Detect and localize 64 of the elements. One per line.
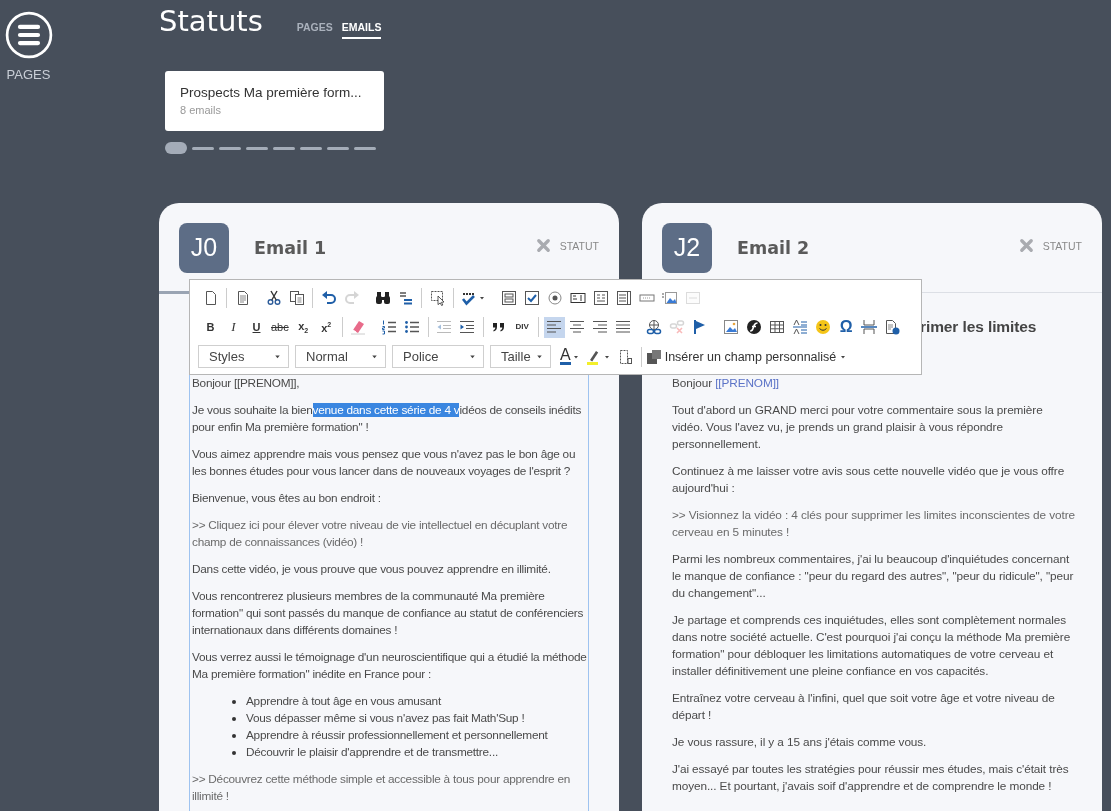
paragraph: Parmi les nombreux commentaires, j'ai lu beaucoup d'inquiétudes concernant le manque de confiance : "peur du regard des autres", "peur du ridicule", "peur du changement"... [672, 551, 1075, 602]
pager-indicator[interactable] [300, 146, 322, 150]
underline-button[interactable]: U [246, 316, 267, 338]
tab[interactable]: PAGES [296, 21, 333, 39]
insert-field-icon [645, 348, 662, 365]
paragraph: Vous rencontrerez plusieurs membres de la communauté Ma première formation" qui sont passés du manque de confiance au statut de conférenciers internationaux dans différents domaines ! [192, 588, 585, 639]
pager-indicator[interactable] [219, 146, 241, 150]
pager-indicator[interactable] [327, 146, 349, 150]
tab[interactable]: EMAILS [341, 21, 382, 39]
greeting: Bonjour [[PRENOM]] [672, 375, 781, 392]
pager-indicator[interactable] [165, 142, 187, 154]
text-color-button[interactable]: A [558, 346, 582, 368]
list-item: Vous dépasser même si vous n'avez pas fait Math'Sup ! [246, 710, 525, 727]
bullet-dot [232, 716, 236, 721]
close-icon [535, 238, 551, 253]
paragraph: Je vous rassure, il y a 15 ans j'étais comme vous. [672, 734, 928, 751]
pager-indicator[interactable] [273, 146, 295, 150]
bullet-dot [232, 699, 236, 704]
list-item: Apprendre à réussir professionnellement et personnellement [246, 727, 548, 744]
paragraph: Vous verrez aussi le témoignage d'un neuroscientifique qui a étudié la méthode Ma première formation" inédite en France pour : [192, 649, 588, 683]
list-item: Découvrir le plaisir d'apprendre et de transmettre... [246, 744, 498, 761]
close-icon [1018, 238, 1034, 253]
day-avatar: J0 [179, 222, 229, 273]
email-title: Email 1 [254, 237, 328, 258]
page-title: Statuts [159, 4, 263, 38]
link-paragraph: >> Visionnez la vidéo : 4 clés pour supprimer les limites inconscientes de votre cerveau en 5 minutes ! [672, 507, 1076, 541]
menu-icon[interactable] [4, 11, 53, 59]
paragraph: J'ai essayé par toutes les stratégies pour réussir mes études, mais c'était très moyen... Et pourtant, j'avais soif d'apprendre et de comprendre le monde ! [672, 761, 1070, 795]
bold-button[interactable]: B [200, 316, 221, 338]
strikethrough-button[interactable]: abc [269, 316, 291, 338]
bullet-dot [232, 750, 236, 755]
pager-indicator[interactable] [246, 146, 268, 150]
paragraph: Bonjour [[PRENOM]], [192, 375, 301, 392]
link-paragraph: >> Cliquez ici pour élever votre niveau de vie intellectuel en décuplant votre champ de connaissances (vidéo) ! [192, 517, 569, 551]
link-paragraph: >> Découvrez cette méthode simple et accessible à tous pour apprendre en illimité ! [192, 771, 572, 805]
email-title: Email 2 [737, 237, 811, 258]
format-dropdown[interactable]: Normal [295, 345, 386, 369]
special-character-button[interactable]: Ω [835, 316, 857, 338]
superscript-button[interactable]: x$^{2}$ [315, 316, 337, 338]
merge-field: [[PRENOM]] [715, 376, 780, 390]
div-button[interactable]: DIV [511, 316, 533, 338]
italic-button[interactable]: I [223, 316, 244, 338]
pager-indicator[interactable] [354, 146, 376, 150]
sequence-card[interactable]: Prospects Ma première form... 8 emails [165, 71, 384, 131]
paragraph: Bienvenue, vous êtes au bon endroit : [192, 490, 382, 507]
paragraph: Tout d'abord un GRAND merci pour votre commentaire sous la première vidéo. Vous l'avez vu, je prends un grand plaisir à vous répondre personnellement. [672, 402, 1044, 453]
align-left-icon[interactable] [543, 316, 565, 338]
paragraph: Entraînez votre cerveau à l'infini, quel que soit votre âge et votre niveau de départ ! [672, 690, 1056, 724]
list-item: Apprendre à tout âge en vous amusant [246, 693, 441, 710]
email-count: 8 emails [180, 104, 222, 116]
font-dropdown[interactable]: Police [392, 345, 484, 369]
menu-label: PAGES [6, 67, 51, 82]
paragraph: Je partage et comprends ces inquiétudes, elles sont complètement normales dans notre société actuelle. C'est pourquoi j'ai conçu la méthode Ma première formation" pour débloquer les limitations automatiques de votre cerveau et installer définitivement une pleine confiance en vos capacités. [672, 612, 1072, 680]
insert-field-button[interactable]: Insérer un champ personnalisé [645, 348, 848, 365]
day-avatar: J2 [662, 222, 712, 273]
paragraph: Dans cette vidéo, je vous prouve que vous pouvez apprendre en illimité. [192, 561, 552, 578]
size-dropdown[interactable]: Taille [490, 345, 551, 369]
bullet-dot [232, 733, 236, 738]
pager-indicator[interactable] [192, 146, 214, 150]
paragraph: Vous aimez apprendre mais vous pensez que vous n'avez pas le bon âge ou les bonnes études pour vous lancer dans de nouveaux voyages de l'esprit ? [192, 446, 577, 480]
sequence-name: Prospects Ma première form... [180, 85, 363, 100]
subscript-button[interactable]: x$_{2}$ [292, 316, 314, 338]
paragraph: Continuez à me laisser votre avis sous cette nouvelle vidéo que je vous offre aujourd'hui : [672, 463, 1066, 497]
styles-dropdown[interactable]: Styles [198, 345, 289, 369]
